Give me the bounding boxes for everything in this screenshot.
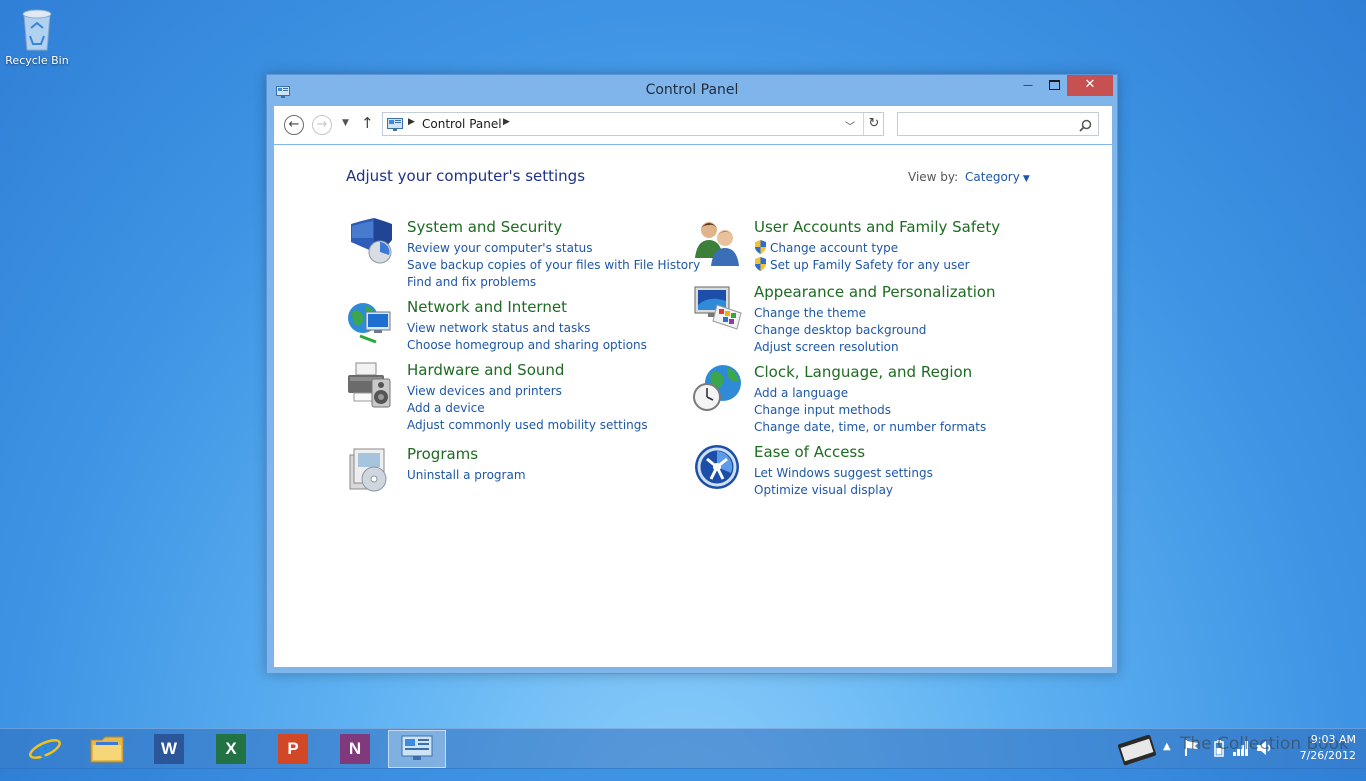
link-input-methods[interactable]: Change input methods	[754, 402, 986, 419]
taskbar-file-explorer[interactable]	[78, 730, 136, 768]
breadcrumb-separator-icon[interactable]: ▶	[408, 117, 415, 127]
show-hidden-icons-button[interactable]: ▲	[1163, 741, 1171, 781]
taskbar-excel[interactable]: X	[202, 730, 260, 768]
chevron-up-icon: ▲	[1163, 741, 1171, 752]
address-dropdown-icon[interactable]: ﹀	[845, 118, 855, 133]
uac-shield-icon	[755, 257, 766, 271]
close-icon: ✕	[1084, 77, 1096, 92]
control-panel-icon	[387, 117, 403, 136]
folder-icon	[90, 736, 124, 763]
link-change-theme[interactable]: Change the theme	[754, 305, 926, 322]
link-add-language[interactable]: Add a language	[754, 385, 986, 402]
keyboard-icon	[1117, 734, 1157, 766]
link-mobility-settings[interactable]: Adjust commonly used mobility settings	[407, 417, 648, 434]
clock-date: 7/26/2012	[1299, 749, 1356, 762]
view-by-value: Category	[965, 170, 1020, 184]
maximize-icon	[1048, 79, 1060, 90]
up-button[interactable]: ↑	[361, 114, 374, 132]
word-icon: W	[154, 734, 184, 764]
link-desktop-background[interactable]: Change desktop background	[754, 322, 926, 339]
link-date-time-formats[interactable]: Change date, time, or number formats	[754, 419, 986, 436]
page-title: Adjust your computer's settings	[346, 167, 586, 185]
control-panel-icon	[401, 735, 433, 760]
excel-icon: X	[216, 734, 246, 764]
maximize-button[interactable]	[1041, 75, 1067, 96]
recent-locations-dropdown[interactable]: ▼	[342, 118, 349, 128]
search-box[interactable]	[897, 112, 1099, 136]
link-devices-printers[interactable]: View devices and printers	[407, 383, 648, 400]
monitor-palette-icon[interactable]	[693, 283, 743, 333]
category-title[interactable]: Ease of Access	[754, 443, 865, 461]
category-title[interactable]: Clock, Language, and Region	[754, 363, 972, 381]
clock-time: 9:03 AM	[1310, 733, 1356, 746]
search-input[interactable]	[901, 115, 1075, 135]
globe-clock-icon[interactable]	[693, 363, 743, 413]
refresh-button[interactable]: ↻	[863, 113, 884, 135]
navigation-toolbar: ← → ▼ ↑ ▶ Control Panel ▶ ﹀ ↻	[274, 106, 1112, 144]
view-by-label: View by:	[908, 170, 959, 184]
view-by-selector[interactable]: Category ▼	[965, 170, 1030, 184]
forward-button[interactable]: →	[312, 115, 332, 135]
uac-shield-icon	[755, 240, 766, 254]
control-panel-window: Control Panel — ✕ ← → ▼ ↑ ▶ Control Pane…	[266, 74, 1118, 674]
link-change-account-type[interactable]: Change account type	[754, 240, 970, 257]
category-title[interactable]: Appearance and Personalization	[754, 283, 996, 301]
refresh-icon: ↻	[868, 116, 880, 131]
link-add-device[interactable]: Add a device	[407, 400, 648, 417]
title-bar[interactable]: Control Panel — ✕	[267, 75, 1117, 105]
window-title: Control Panel	[645, 82, 739, 98]
category-title[interactable]: Programs	[407, 445, 478, 463]
taskbar-onenote[interactable]: N	[326, 730, 384, 768]
category-title[interactable]: User Accounts and Family Safety	[754, 218, 1000, 236]
taskbar-powerpoint[interactable]: P	[264, 730, 322, 768]
content-area: Adjust your computer's settings View by:…	[274, 145, 1112, 667]
category-title[interactable]: Network and Internet	[407, 298, 567, 316]
link-homegroup[interactable]: Choose homegroup and sharing options	[407, 337, 647, 354]
taskbar: e W X P N ▲ The Collection Book 9:03 AM …	[0, 728, 1366, 769]
minimize-icon: —	[1023, 80, 1033, 91]
touch-keyboard-button[interactable]	[1117, 729, 1162, 769]
breadcrumb-separator-icon[interactable]: ▶	[503, 117, 510, 127]
link-file-history[interactable]: Save backup copies of your files with Fi…	[407, 257, 700, 274]
link-network-status[interactable]: View network status and tasks	[407, 320, 647, 337]
search-icon[interactable]	[1079, 117, 1092, 136]
programs-disc-icon[interactable]	[346, 445, 396, 495]
link-uninstall-program[interactable]: Uninstall a program	[407, 467, 526, 484]
category-title[interactable]: Hardware and Sound	[407, 361, 564, 379]
link-find-fix-problems[interactable]: Find and fix problems	[407, 274, 700, 291]
link-screen-resolution[interactable]: Adjust screen resolution	[754, 339, 926, 356]
minimize-button[interactable]: —	[1015, 75, 1041, 96]
link-optimize-display[interactable]: Optimize visual display	[754, 482, 933, 499]
up-arrow-icon: ↑	[361, 114, 374, 132]
internet-explorer-icon: e	[29, 732, 61, 765]
system-clock[interactable]: 9:03 AM 7/26/2012	[1284, 732, 1356, 764]
breadcrumb-control-panel[interactable]: Control Panel	[422, 117, 502, 131]
printer-speaker-icon[interactable]	[346, 361, 396, 411]
link-review-status[interactable]: Review your computer's status	[407, 240, 700, 257]
link-suggest-settings[interactable]: Let Windows suggest settings	[754, 465, 933, 482]
forward-arrow-icon: →	[316, 117, 328, 132]
close-button[interactable]: ✕	[1067, 75, 1113, 96]
shield-icon[interactable]	[346, 218, 396, 268]
taskbar-word[interactable]: W	[140, 730, 198, 768]
link-family-safety[interactable]: Set up Family Safety for any user	[754, 257, 970, 274]
back-arrow-icon: ←	[288, 117, 300, 132]
back-button[interactable]: ←	[284, 115, 304, 135]
recycle-bin-shortcut[interactable]: Recycle Bin	[4, 6, 70, 67]
network-globe-icon[interactable]	[346, 298, 396, 348]
taskbar-internet-explorer[interactable]: e	[16, 730, 74, 768]
users-icon[interactable]	[693, 218, 743, 268]
category-title[interactable]: System and Security	[407, 218, 562, 236]
link-text: Change account type	[770, 241, 899, 255]
recycle-bin-label: Recycle Bin	[5, 54, 69, 67]
powerpoint-icon: P	[278, 734, 308, 764]
link-text: Set up Family Safety for any user	[770, 258, 970, 272]
address-bar[interactable]: ▶ Control Panel ▶ ﹀ ↻	[382, 112, 884, 136]
onenote-icon: N	[340, 734, 370, 764]
ease-of-access-icon[interactable]	[693, 443, 743, 493]
chevron-down-icon: ▼	[1022, 174, 1030, 184]
recycle-bin-icon	[22, 9, 52, 51]
ie-letter: e	[38, 732, 51, 765]
taskbar-control-panel[interactable]	[388, 730, 446, 768]
